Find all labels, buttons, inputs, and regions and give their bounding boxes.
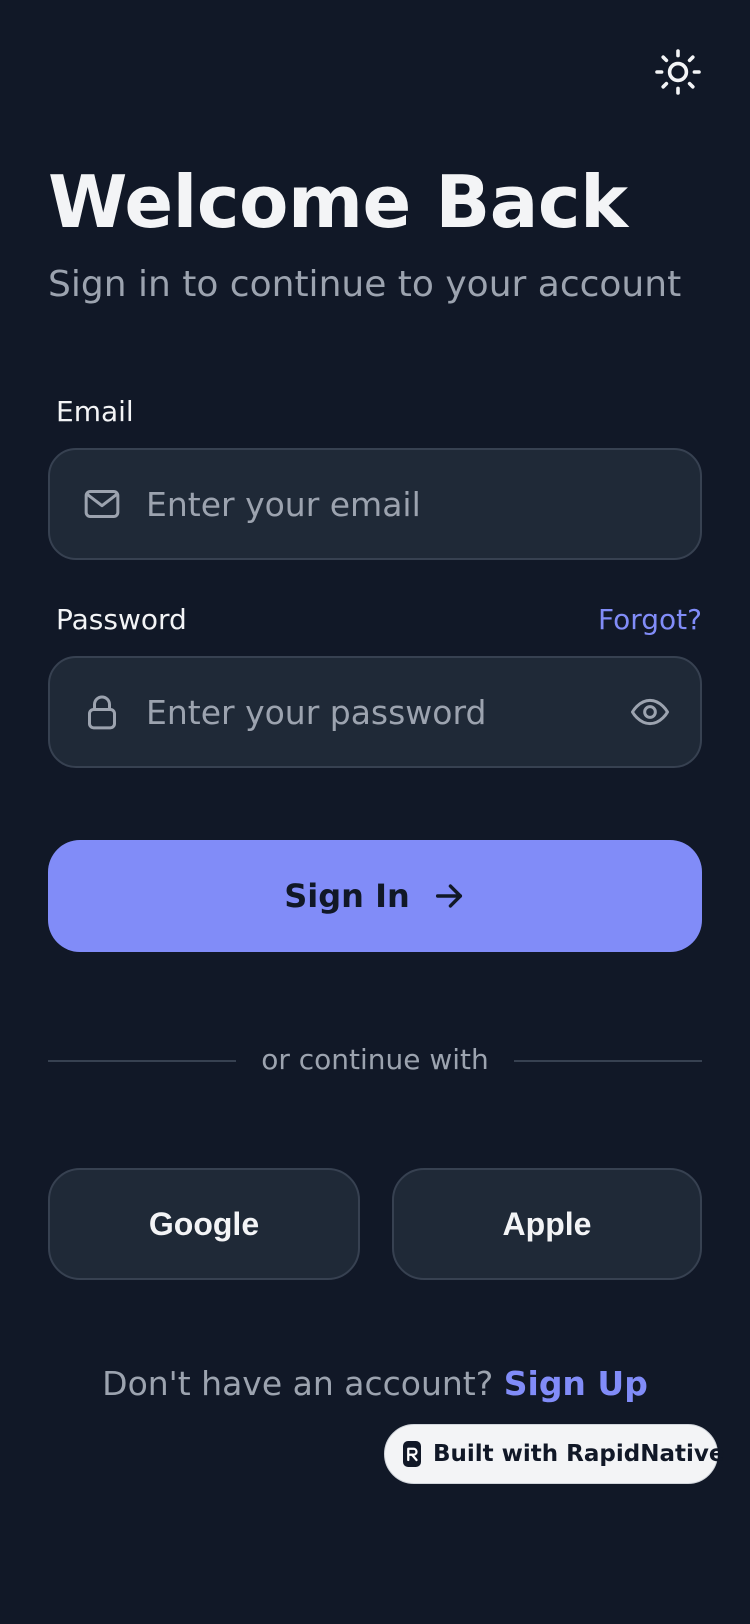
page-subtitle: Sign in to continue to your account <box>48 264 682 305</box>
forgot-password-link[interactable]: Forgot? <box>598 602 702 638</box>
eye-icon <box>631 698 669 726</box>
apple-label: Apple <box>502 1205 592 1242</box>
apple-sign-in-button[interactable]: Apple <box>392 1168 702 1280</box>
divider-left <box>48 1060 236 1062</box>
signup-row: Don't have an account? Sign Up <box>0 1362 750 1406</box>
login-screen: Welcome Back Sign in to continue to your… <box>0 0 750 1624</box>
sign-in-label: Sign In <box>284 877 410 915</box>
show-password-toggle[interactable] <box>630 658 670 766</box>
mail-icon <box>82 450 122 558</box>
divider-right <box>514 1060 702 1062</box>
sun-icon <box>655 49 701 95</box>
built-with-badge[interactable]: Built with RapidNative <box>384 1424 724 1484</box>
signup-prompt: Don't have an account? <box>102 1364 504 1403</box>
email-label: Email <box>56 395 134 428</box>
lock-icon <box>82 658 122 766</box>
arrow-right-icon <box>435 884 462 908</box>
google-sign-in-button[interactable]: Google <box>48 1168 360 1280</box>
page-title: Welcome Back <box>48 160 628 244</box>
rapidnative-logo-icon <box>403 1441 421 1467</box>
theme-toggle-button[interactable] <box>650 48 706 96</box>
email-input[interactable] <box>146 450 616 558</box>
password-label: Password <box>56 603 187 636</box>
sign-in-button[interactable]: Sign In <box>48 840 702 952</box>
google-label: Google <box>148 1205 260 1242</box>
divider-text: or continue with <box>261 1043 489 1076</box>
sign-up-link[interactable]: Sign Up <box>504 1364 648 1403</box>
email-field-container <box>48 448 702 560</box>
password-input[interactable] <box>146 658 616 766</box>
password-field-container <box>48 656 702 768</box>
badge-label: Built with RapidNative <box>433 1441 725 1467</box>
